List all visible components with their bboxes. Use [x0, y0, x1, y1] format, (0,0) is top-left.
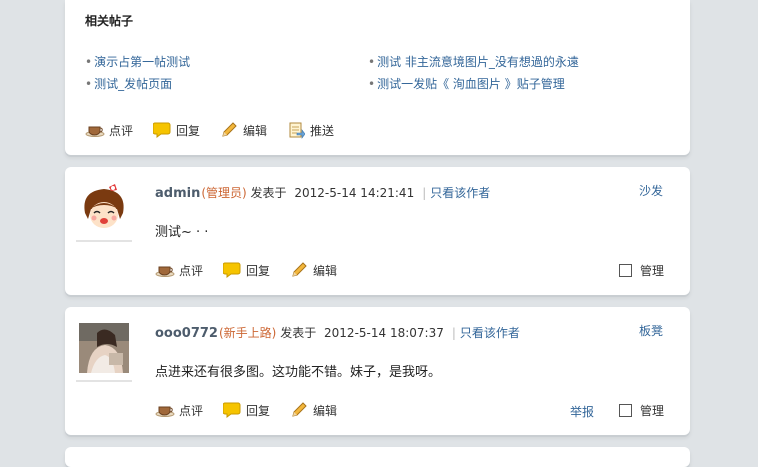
post-meta: admin(管理员) 发表于 2012-5-14 14:21:41 | 只看该作者 — [155, 184, 490, 201]
author-link[interactable]: ooo0772 — [155, 326, 218, 341]
post-meta: ooo0772(新手上路) 发表于 2012-5-14 18:07:37 | 只看该… — [155, 324, 520, 341]
related-actions-bar: 点评 回复 编辑 推送 — [85, 120, 353, 140]
review-button[interactable]: 点评 — [85, 122, 133, 139]
edit-label: 编辑 — [313, 403, 338, 418]
post-actions-bar: 点评 回复 编辑 — [155, 400, 356, 420]
reply-label: 回复 — [246, 403, 271, 418]
posted-prefix: 发表于 — [250, 186, 287, 200]
review-button[interactable]: 点评 — [155, 262, 203, 279]
pencil-icon — [289, 262, 309, 278]
posted-prefix: 发表于 — [280, 326, 317, 340]
reply-button[interactable]: 回复 — [152, 122, 200, 139]
only-author-link[interactable]: 只看该作者 — [430, 186, 490, 200]
post-content: 测试~ · · — [155, 225, 209, 240]
floor-label[interactable]: 板凳 — [639, 322, 663, 339]
related-posts-card: 相关帖子 演示占第一帖测试 测试 非主流意境图片_没有想過的永遠 测试_发帖页面… — [65, 0, 690, 155]
manage-label: 管理 — [640, 264, 665, 278]
pencil-icon — [219, 122, 239, 138]
avatar[interactable] — [79, 323, 129, 373]
push-button[interactable]: 推送 — [286, 122, 334, 139]
user-role: (新手上路) — [218, 326, 277, 340]
coffee-cup-icon — [85, 122, 105, 138]
review-label: 点评 — [179, 403, 204, 418]
avatar[interactable] — [79, 183, 129, 233]
push-document-icon — [286, 122, 306, 139]
pencil-icon — [289, 402, 309, 418]
author-link[interactable]: admin — [155, 186, 200, 201]
divider: | — [451, 326, 456, 340]
edit-label: 编辑 — [243, 123, 268, 138]
speech-bubble-icon — [222, 402, 242, 418]
review-label: 点评 — [179, 263, 204, 278]
coffee-cup-icon — [155, 402, 175, 418]
post-content: 点进来还有很多图。这功能不错。妹子，是我呀。 — [155, 365, 442, 380]
related-posts-title: 相关帖子 — [85, 14, 134, 28]
report-link[interactable]: 举报 — [570, 403, 594, 420]
next-post-card — [65, 447, 690, 467]
floor-label[interactable]: 沙发 — [639, 182, 663, 199]
push-label: 推送 — [310, 123, 335, 138]
coffee-cup-icon — [155, 262, 175, 278]
speech-bubble-icon — [222, 262, 242, 278]
related-post-link[interactable]: 演示占第一帖测试 — [85, 53, 365, 70]
post-time: 2012-5-14 14:21:41 — [294, 186, 415, 200]
user-role: (管理员) — [201, 186, 247, 200]
checkbox[interactable] — [619, 404, 632, 417]
reply-label: 回复 — [176, 123, 201, 138]
manage-checkbox[interactable]: 管理 — [619, 262, 664, 279]
edit-label: 编辑 — [313, 263, 338, 278]
avatar-frame — [76, 320, 132, 382]
manage-label: 管理 — [640, 404, 665, 418]
reply-label: 回复 — [246, 263, 271, 278]
edit-button[interactable]: 编辑 — [219, 122, 267, 139]
speech-bubble-icon — [152, 122, 172, 138]
post-actions-bar: 点评 回复 编辑 — [155, 260, 356, 280]
checkbox[interactable] — [619, 264, 632, 277]
post-time: 2012-5-14 18:07:37 — [324, 326, 444, 340]
review-button[interactable]: 点评 — [155, 402, 203, 419]
related-post-link[interactable]: 测试_发帖页面 — [85, 75, 365, 92]
review-label: 点评 — [109, 123, 134, 138]
post-card: admin(管理员) 发表于 2012-5-14 14:21:41 | 只看该作者 … — [65, 167, 690, 295]
manage-checkbox[interactable]: 管理 — [619, 402, 664, 419]
related-post-link[interactable]: 测试 非主流意境图片_没有想過的永遠 — [368, 53, 648, 70]
edit-button[interactable]: 编辑 — [289, 262, 337, 279]
edit-button[interactable]: 编辑 — [289, 402, 337, 419]
related-post-link[interactable]: 测试一发贴《 洵血图片 》贴子管理 — [368, 75, 648, 92]
reply-button[interactable]: 回复 — [222, 402, 270, 419]
divider: | — [422, 186, 427, 200]
avatar-frame — [76, 180, 132, 242]
reply-button[interactable]: 回复 — [222, 262, 270, 279]
post-card: ooo0772(新手上路) 发表于 2012-5-14 18:07:37 | 只看该… — [65, 307, 690, 435]
only-author-link[interactable]: 只看该作者 — [460, 326, 520, 340]
